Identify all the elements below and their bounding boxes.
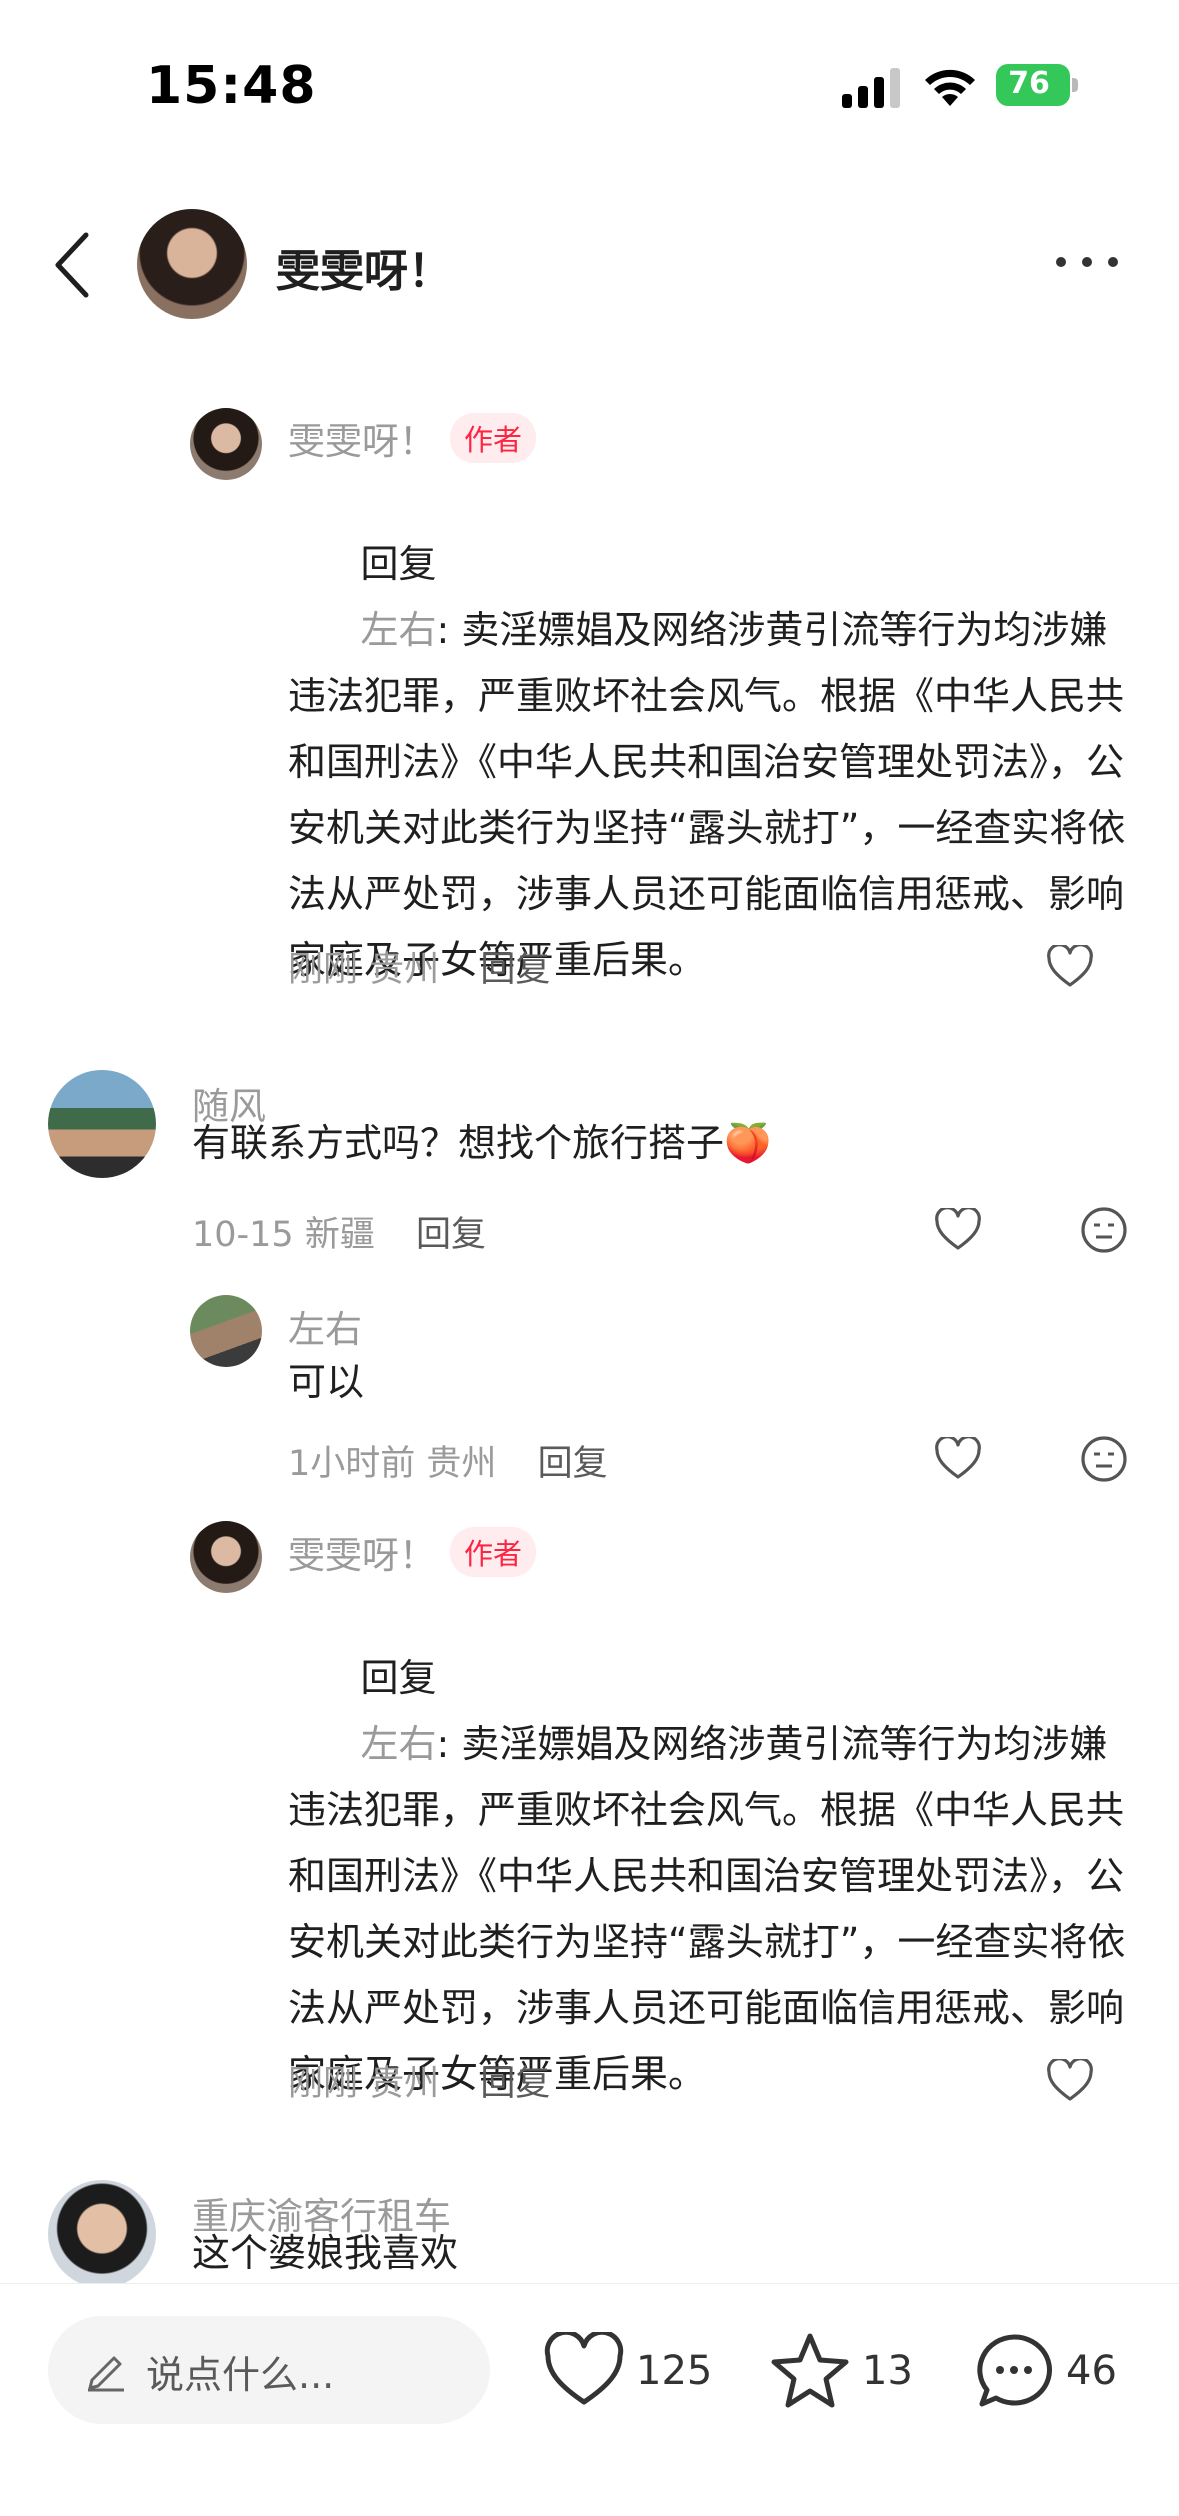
comment-item: 随风 有联系方式吗？想找个旅行搭子🍑 10-15 新疆 回复 [0,1070,1179,1255]
heart-icon[interactable] [934,1437,982,1481]
comment-location: 贵州 [426,1444,497,1484]
comment-body: : 卖淫嫖娼及网络涉黄引流等行为均涉嫌违法犯罪，严重败坏社会风气。根据《中华人民… [288,608,1126,982]
comment-time: 10-15 [192,1215,294,1255]
commenter-name[interactable]: 雯雯呀！ [288,1525,436,1579]
comment-location: 贵州 [369,950,440,990]
reply-prefix: 回复 [360,1656,437,1700]
author-badge: 作者 [450,413,537,463]
comment-location: 新疆 [304,1215,375,1255]
back-icon[interactable] [46,225,102,305]
avatar[interactable] [48,2180,156,2283]
reply-button[interactable]: 回复 [480,2064,550,2104]
heart-icon[interactable] [1046,2059,1094,2103]
author-badge: 作者 [450,1527,537,1577]
favorite-button[interactable]: 13 [770,2332,920,2412]
reply-item: 左右 可以 1小时前 贵州 回复 [0,1295,1179,1484]
status-bar: 15:48 76 [0,0,1179,170]
comment-text: 这个婆娘我喜欢 [192,2231,459,2275]
heart-icon [544,2332,624,2405]
favorite-count: 13 [862,2348,913,2394]
commenter-name[interactable]: 雯雯呀！ [288,411,436,465]
comment-meta: 10-15 新疆 回复 [192,1206,486,1257]
avatar[interactable] [48,1070,156,1178]
wifi-icon [925,69,975,106]
comment-meta: 刚刚 贵州 回复 [288,2055,550,2106]
comment-body: : 卖淫嫖娼及网络涉黄引流等行为均涉嫌违法犯罪，严重败坏社会风气。根据《中华人民… [288,1722,1126,2096]
input-placeholder: 说点什么... [146,2353,335,2397]
author-avatar[interactable] [137,209,247,319]
comment-meta: 1小时前 贵州 回复 [288,1435,608,1486]
dislike-icon[interactable] [1080,1435,1128,1483]
bottom-bar: 说点什么... 125 13 46 [0,2283,1179,2516]
chat-icon [977,2334,1052,2407]
comment-item: 重庆渝客行租车 这个婆娘我喜欢 [0,2180,1179,2283]
status-time: 15:48 [146,56,317,116]
reply-target[interactable]: 左右 [360,1722,436,1766]
dislike-icon[interactable] [1080,1206,1128,1254]
comment-time: 刚刚 [288,2064,359,2104]
comment-time: 刚刚 [288,950,359,990]
battery-level: 76 [1008,66,1050,101]
chat-header: 雯雯呀！ [0,195,1179,335]
avatar[interactable] [190,1521,262,1593]
more-icon[interactable] [1054,247,1120,277]
comment-text: 有联系方式吗？想找个旅行搭子🍑 [192,1121,772,1165]
comment-meta: 刚刚 贵州 回复 [288,941,550,992]
avatar[interactable] [190,1295,262,1367]
page-title[interactable]: 雯雯呀！ [276,235,452,299]
like-button[interactable]: 125 [544,2332,714,2412]
signal-icon [842,68,900,108]
reply-button[interactable]: 回复 [416,1215,486,1255]
comment-location: 贵州 [369,2064,440,2104]
like-count: 125 [636,2348,713,2394]
reply-item: 雯雯呀！ 作者 回复 左右: 卖淫嫖娼及网络涉黄引流等行为均涉嫌违法犯罪，严重败… [0,1515,1179,2155]
heart-icon[interactable] [1046,945,1094,989]
reply-item: 雯雯呀！ 作者 回复 左右: 卖淫嫖娼及网络涉黄引流等行为均涉嫌违法犯罪，严重败… [0,335,1179,1015]
reply-target[interactable]: 左右 [360,608,436,652]
comment-count: 46 [1066,2348,1117,2394]
commenter-name[interactable]: 左右 [288,1299,362,1353]
comment-button[interactable]: 46 [974,2332,1134,2412]
star-icon [771,2333,849,2408]
battery-icon: 76 [996,64,1078,106]
comment-input[interactable]: 说点什么... [48,2316,490,2424]
pencil-icon [88,2356,124,2392]
avatar[interactable] [190,408,262,480]
reply-button[interactable]: 回复 [538,1444,608,1484]
comment-text: 可以 [288,1360,365,1404]
comment-time: 1小时前 [288,1444,416,1484]
reply-button[interactable]: 回复 [480,950,550,990]
reply-prefix: 回复 [360,542,437,586]
comment-list: 雯雯呀！ 作者 回复 左右: 卖淫嫖娼及网络涉黄引流等行为均涉嫌违法犯罪，严重败… [0,335,1179,2283]
heart-icon[interactable] [934,1208,982,1252]
